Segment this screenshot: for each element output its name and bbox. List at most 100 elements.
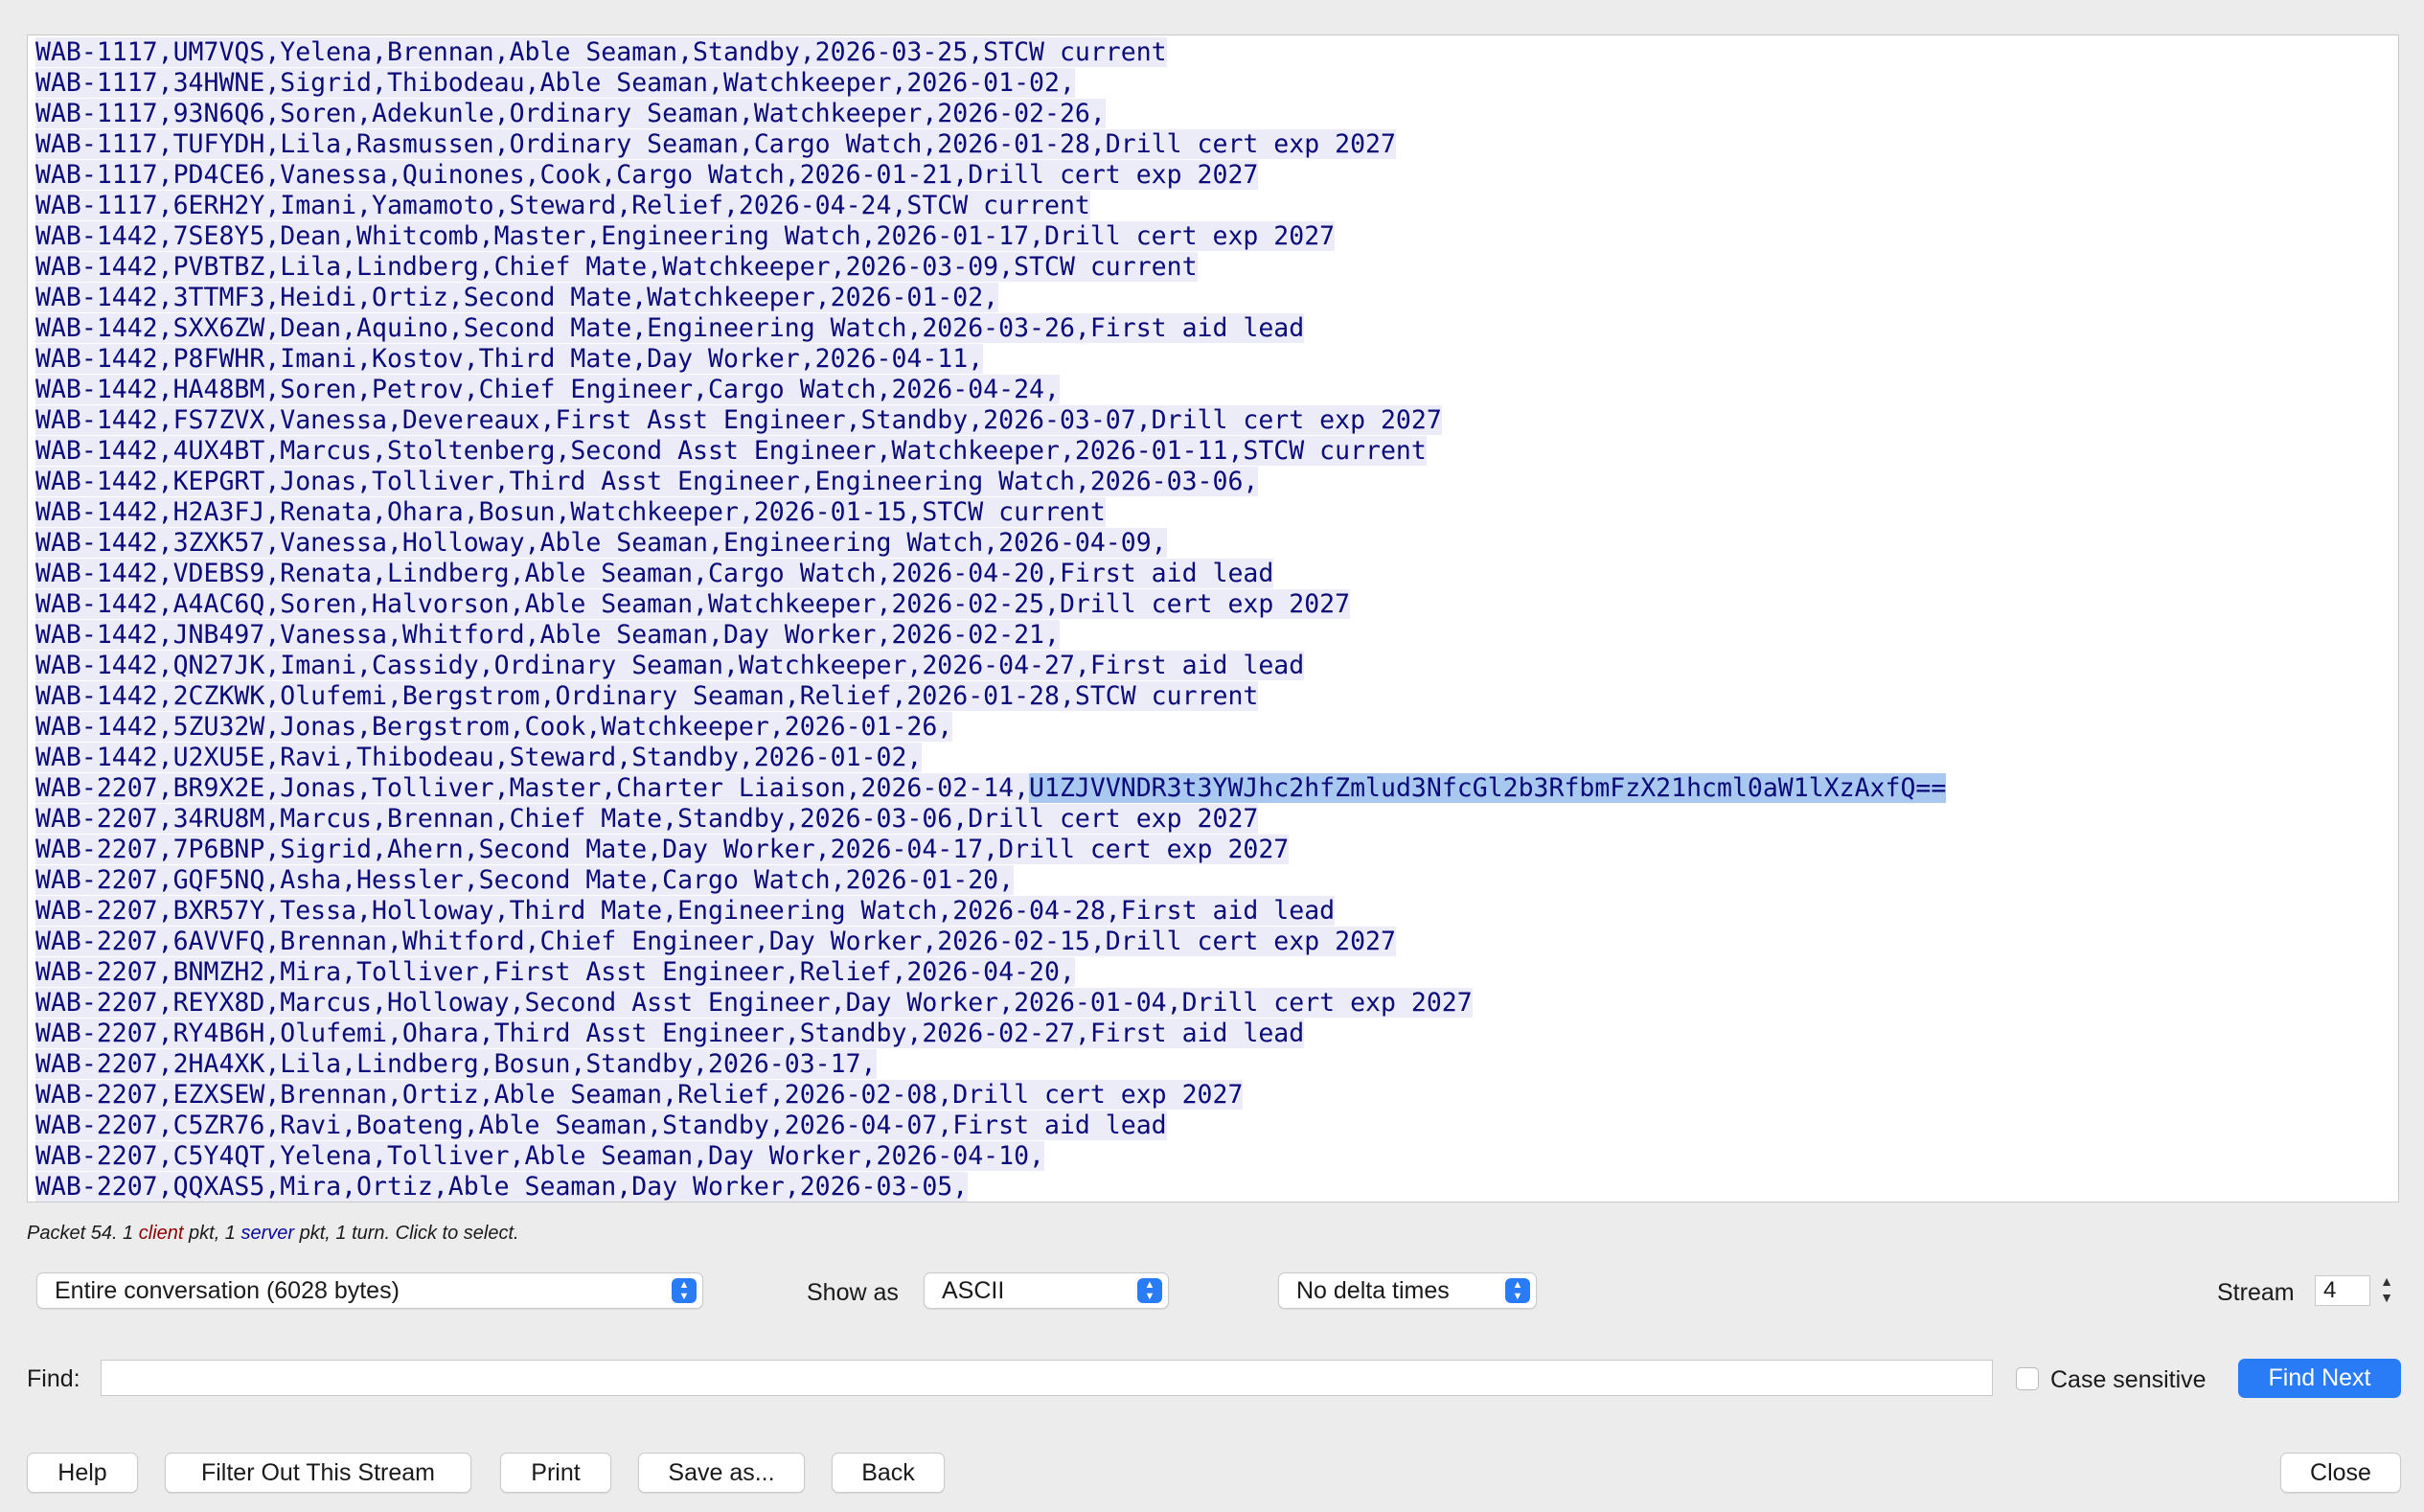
stream-line: WAB-2207,C5ZR76,Ravi,Boateng,Able Seaman…: [35, 1111, 2398, 1141]
stream-line-text: WAB-1442,3ZXK57,Vanessa,Holloway,Able Se…: [35, 528, 1167, 558]
stream-line: WAB-2207,BXR57Y,Tessa,Holloway,Third Mat…: [35, 896, 2398, 927]
stream-line-text: WAB-2207,7P6BNP,Sigrid,Ahern,Second Mate…: [35, 835, 1290, 864]
stepper-up-icon[interactable]: ▲: [2376, 1273, 2397, 1290]
stream-line-text: WAB-1117,93N6Q6,Soren,Adekunle,Ordinary …: [35, 99, 1106, 128]
stream-line-text: WAB-1442,7SE8Y5,Dean,Whitcomb,Master,Eng…: [35, 221, 1336, 251]
stream-line: WAB-2207,7P6BNP,Sigrid,Ahern,Second Mate…: [35, 835, 2398, 865]
stream-line-text: WAB-2207,RY4B6H,Olufemi,Ohara,Third Asst…: [35, 1019, 1305, 1048]
selected-text[interactable]: U1ZJVVNDR3t3YWJhc2hfZmlud3NfcGl2b3RfbmFz…: [1029, 773, 1947, 803]
stream-line: WAB-2207,BNMZH2,Mira,Tolliver,First Asst…: [35, 957, 2398, 988]
stream-line-text: WAB-2207,C5ZR76,Ravi,Boateng,Able Seaman…: [35, 1111, 1167, 1140]
stream-line-text: WAB-1442,HA48BM,Soren,Petrov,Chief Engin…: [35, 375, 1060, 404]
stream-line: WAB-1442,SXX6ZW,Dean,Aquino,Second Mate,…: [35, 313, 2398, 344]
stream-line-text: WAB-1442,FS7ZVX,Vanessa,Devereaux,First …: [35, 405, 1442, 435]
stream-line: WAB-1442,VDEBS9,Renata,Lindberg,Able Sea…: [35, 559, 2398, 589]
stream-line-text: WAB-1442,JNB497,Vanessa,Whitford,Able Se…: [35, 620, 1060, 650]
stream-line: WAB-1442,HA48BM,Soren,Petrov,Chief Engin…: [35, 375, 2398, 405]
stream-line: WAB-1442,FS7ZVX,Vanessa,Devereaux,First …: [35, 405, 2398, 436]
stream-line: WAB-2207,RY4B6H,Olufemi,Ohara,Third Asst…: [35, 1019, 2398, 1049]
stream-line-text: WAB-1442,PVBTBZ,Lila,Lindberg,Chief Mate…: [35, 252, 1198, 282]
save-as-button[interactable]: Save as...: [638, 1453, 805, 1493]
show-as-select[interactable]: ASCII ▲ ▼: [924, 1272, 1169, 1309]
stream-line: WAB-1442,H2A3FJ,Renata,Ohara,Bosun,Watch…: [35, 497, 2398, 528]
stream-line: WAB-1442,5ZU32W,Jonas,Bergstrom,Cook,Wat…: [35, 712, 2398, 743]
conversation-select-value: Entire conversation (6028 bytes): [55, 1277, 400, 1304]
stream-line: WAB-1442,3ZXK57,Vanessa,Holloway,Able Se…: [35, 528, 2398, 559]
case-sensitive-label: Case sensitive: [2050, 1366, 2207, 1393]
stream-line-text: WAB-2207,QQXAS5,Mira,Ortiz,Able Seaman,D…: [35, 1172, 969, 1202]
stream-line: WAB-1117,PD4CE6,Vanessa,Quinones,Cook,Ca…: [35, 160, 2398, 191]
status-suffix: pkt, 1 turn. Click to select.: [294, 1223, 519, 1244]
back-button[interactable]: Back: [832, 1453, 945, 1493]
stream-line: WAB-1117,93N6Q6,Soren,Adekunle,Ordinary …: [35, 99, 2398, 129]
stream-line: WAB-1442,A4AC6Q,Soren,Halvorson,Able Sea…: [35, 589, 2398, 620]
stream-label: Stream: [2217, 1279, 2295, 1306]
stream-line-text: WAB-2207,REYX8D,Marcus,Holloway,Second A…: [35, 988, 1473, 1018]
stream-line-text: WAB-1117,TUFYDH,Lila,Rasmussen,Ordinary …: [35, 129, 1396, 159]
stream-line-text: WAB-1442,P8FWHR,Imani,Kostov,Third Mate,…: [35, 344, 984, 374]
stream-line: WAB-1117,TUFYDH,Lila,Rasmussen,Ordinary …: [35, 129, 2398, 160]
find-next-button[interactable]: Find Next: [2238, 1359, 2401, 1398]
chevron-updown-icon: ▲ ▼: [1137, 1278, 1162, 1303]
find-label: Find:: [27, 1365, 80, 1392]
stream-line-text: WAB-1117,34HWNE,Sigrid,Thibodeau,Able Se…: [35, 68, 1075, 98]
stream-line-text: WAB-1442,VDEBS9,Renata,Lindberg,Able Sea…: [35, 559, 1274, 588]
conversation-select[interactable]: Entire conversation (6028 bytes) ▲ ▼: [36, 1272, 703, 1309]
stream-line: WAB-2207,BR9X2E,Jonas,Tolliver,Master,Ch…: [35, 773, 2398, 804]
status-client: client: [138, 1223, 184, 1244]
show-as-label: Show as: [807, 1279, 899, 1306]
stream-line-text: WAB-1442,SXX6ZW,Dean,Aquino,Second Mate,…: [35, 313, 1305, 343]
stream-line: WAB-2207,EZXSEW,Brennan,Ortiz,Able Seama…: [35, 1080, 2398, 1111]
stream-line: WAB-2207,GQF5NQ,Asha,Hessler,Second Mate…: [35, 865, 2398, 896]
status-prefix: Packet 54. 1: [27, 1223, 139, 1244]
stream-stepper[interactable]: ▲ ▼: [2376, 1273, 2397, 1308]
stream-line: WAB-1117,34HWNE,Sigrid,Thibodeau,Able Se…: [35, 68, 2398, 99]
stream-line-text: WAB-2207,C5Y4QT,Yelena,Tolliver,Able Sea…: [35, 1141, 1044, 1171]
stream-line: WAB-1442,KEPGRT,Jonas,Tolliver,Third Ass…: [35, 467, 2398, 497]
stream-line: WAB-1442,P8FWHR,Imani,Kostov,Third Mate,…: [35, 344, 2398, 375]
stream-content-pane[interactable]: WAB-1117,UM7VQS,Yelena,Brennan,Able Seam…: [27, 34, 2399, 1203]
stream-line-text: WAB-1442,U2XU5E,Ravi,Thibodeau,Steward,S…: [35, 743, 923, 772]
stream-line-text: WAB-1442,4UX4BT,Marcus,Stoltenberg,Secon…: [35, 436, 1427, 466]
stream-line: WAB-2207,QQXAS5,Mira,Ortiz,Able Seaman,D…: [35, 1172, 2398, 1202]
delta-times-select[interactable]: No delta times ▲ ▼: [1278, 1272, 1537, 1309]
stream-line-text: WAB-2207,EZXSEW,Brennan,Ortiz,Able Seama…: [35, 1080, 1244, 1110]
stream-line: WAB-2207,REYX8D,Marcus,Holloway,Second A…: [35, 988, 2398, 1019]
stream-line-text: WAB-1442,KEPGRT,Jonas,Tolliver,Third Ass…: [35, 467, 1259, 496]
status-middle: pkt, 1: [183, 1223, 241, 1244]
case-sensitive-checkbox[interactable]: [2016, 1367, 2039, 1390]
stream-line-text: WAB-1442,2CZKWK,Olufemi,Bergstrom,Ordina…: [35, 681, 1259, 711]
status-server: server: [240, 1223, 295, 1244]
stream-line-text: WAB-1442,QN27JK,Imani,Cassidy,Ordinary S…: [35, 651, 1305, 680]
show-as-select-value: ASCII: [942, 1277, 1005, 1304]
packet-status: Packet 54. 1 client pkt, 1 server pkt, 1…: [27, 1223, 519, 1245]
stream-line-text: WAB-1117,PD4CE6,Vanessa,Quinones,Cook,Ca…: [35, 160, 1259, 190]
stream-line-text: WAB-2207,BXR57Y,Tessa,Holloway,Third Mat…: [35, 896, 1336, 926]
find-input[interactable]: [101, 1360, 1993, 1396]
stream-line-text: WAB-2207,6AVVFQ,Brennan,Whitford,Chief E…: [35, 927, 1396, 956]
stream-line: WAB-1442,JNB497,Vanessa,Whitford,Able Se…: [35, 620, 2398, 651]
stream-line-text: WAB-2207,BNMZH2,Mira,Tolliver,First Asst…: [35, 957, 1075, 987]
stream-line: WAB-1442,3TTMF3,Heidi,Ortiz,Second Mate,…: [35, 283, 2398, 313]
stream-line: WAB-1442,4UX4BT,Marcus,Stoltenberg,Secon…: [35, 436, 2398, 467]
stream-line: WAB-1117,UM7VQS,Yelena,Brennan,Able Seam…: [35, 37, 2398, 68]
stream-line-text: WAB-1442,5ZU32W,Jonas,Bergstrom,Cook,Wat…: [35, 712, 953, 742]
stepper-down-icon[interactable]: ▼: [2376, 1290, 2397, 1306]
stream-line: WAB-2207,34RU8M,Marcus,Brennan,Chief Mat…: [35, 804, 2398, 835]
stream-line: WAB-2207,6AVVFQ,Brennan,Whitford,Chief E…: [35, 927, 2398, 957]
print-button[interactable]: Print: [500, 1453, 611, 1493]
stream-line-text: WAB-2207,BR9X2E,Jonas,Tolliver,Master,Ch…: [35, 773, 1030, 803]
close-button[interactable]: Close: [2280, 1453, 2401, 1493]
stream-line-text: WAB-2207,2HA4XK,Lila,Lindberg,Bosun,Stan…: [35, 1049, 877, 1079]
stream-line: WAB-1442,2CZKWK,Olufemi,Bergstrom,Ordina…: [35, 681, 2398, 712]
stream-lines: WAB-1117,UM7VQS,Yelena,Brennan,Able Seam…: [28, 35, 2398, 1202]
stream-line: WAB-1442,PVBTBZ,Lila,Lindberg,Chief Mate…: [35, 252, 2398, 283]
stream-line-text: WAB-2207,GQF5NQ,Asha,Hessler,Second Mate…: [35, 865, 1015, 895]
stream-line: WAB-1442,QN27JK,Imani,Cassidy,Ordinary S…: [35, 651, 2398, 681]
stream-line: WAB-1442,U2XU5E,Ravi,Thibodeau,Steward,S…: [35, 743, 2398, 773]
filter-out-stream-button[interactable]: Filter Out This Stream: [165, 1453, 471, 1493]
stream-number-input[interactable]: 4: [2315, 1275, 2370, 1306]
stream-line-text: WAB-1117,6ERH2Y,Imani,Yamamoto,Steward,R…: [35, 191, 1090, 220]
help-button[interactable]: Help: [27, 1453, 138, 1493]
delta-times-select-value: No delta times: [1296, 1277, 1450, 1304]
